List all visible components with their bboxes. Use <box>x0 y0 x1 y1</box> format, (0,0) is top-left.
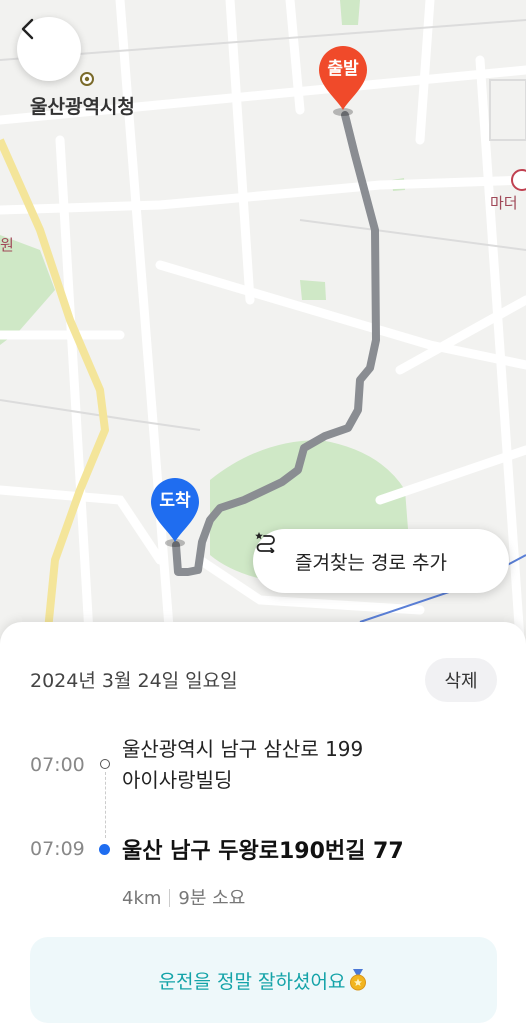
start-time: 07:00 <box>30 754 85 776</box>
chevron-left-icon <box>21 18 34 40</box>
trip-summary: 4km 9분 소요 <box>122 884 245 910</box>
start-address-line1: 울산광역시 남구 삼산로 199 <box>122 737 364 761</box>
route-star-icon <box>255 532 275 553</box>
start-pin[interactable]: 출발 <box>315 44 371 112</box>
medal-icon <box>350 969 367 991</box>
trip-detail-sheet: 2024년 3월 24일 일요일 삭제 07:00 울산광역시 남구 삼산로 1… <box>0 622 526 1024</box>
route-map[interactable]: 울산광역시청 마더 원 출발 도착 즐겨찾는 경로 추가 <box>0 0 526 660</box>
back-button[interactable] <box>17 17 81 81</box>
trip-distance: 4km <box>122 888 162 909</box>
end-address: 울산 남구 두왕로190번길 77 <box>122 839 404 864</box>
trip-duration: 9분 소요 <box>178 888 246 909</box>
start-pin-label: 출발 <box>327 59 359 79</box>
route-connector-line <box>104 772 106 838</box>
start-address-line2: 아이사랑빌딩 <box>122 768 233 792</box>
start-address: 울산광역시 남구 삼산로 199 아이사랑빌딩 <box>122 734 363 796</box>
place-label-edge-right: 마더 <box>490 194 518 212</box>
end-pin[interactable]: 도착 <box>147 476 203 544</box>
end-time: 07:09 <box>30 838 85 860</box>
start-point-marker <box>100 759 110 769</box>
trip-date: 2024년 3월 24일 일요일 <box>30 670 238 692</box>
summary-divider <box>169 889 171 907</box>
add-favorite-route-button[interactable]: 즐겨찾는 경로 추가 <box>253 529 509 593</box>
praise-banner: 운전을 정말 잘하셨어요 <box>30 937 497 1023</box>
place-label-city-hall: 울산광역시청 <box>30 96 135 118</box>
end-pin-label: 도착 <box>159 491 191 511</box>
place-label-edge-left: 원 <box>0 236 14 254</box>
add-favorite-route-label: 즐겨찾는 경로 추가 <box>295 551 447 574</box>
end-point-marker <box>99 844 110 855</box>
praise-message: 운전을 정말 잘하셨어요 <box>158 970 346 993</box>
delete-button[interactable]: 삭제 <box>425 658 497 702</box>
